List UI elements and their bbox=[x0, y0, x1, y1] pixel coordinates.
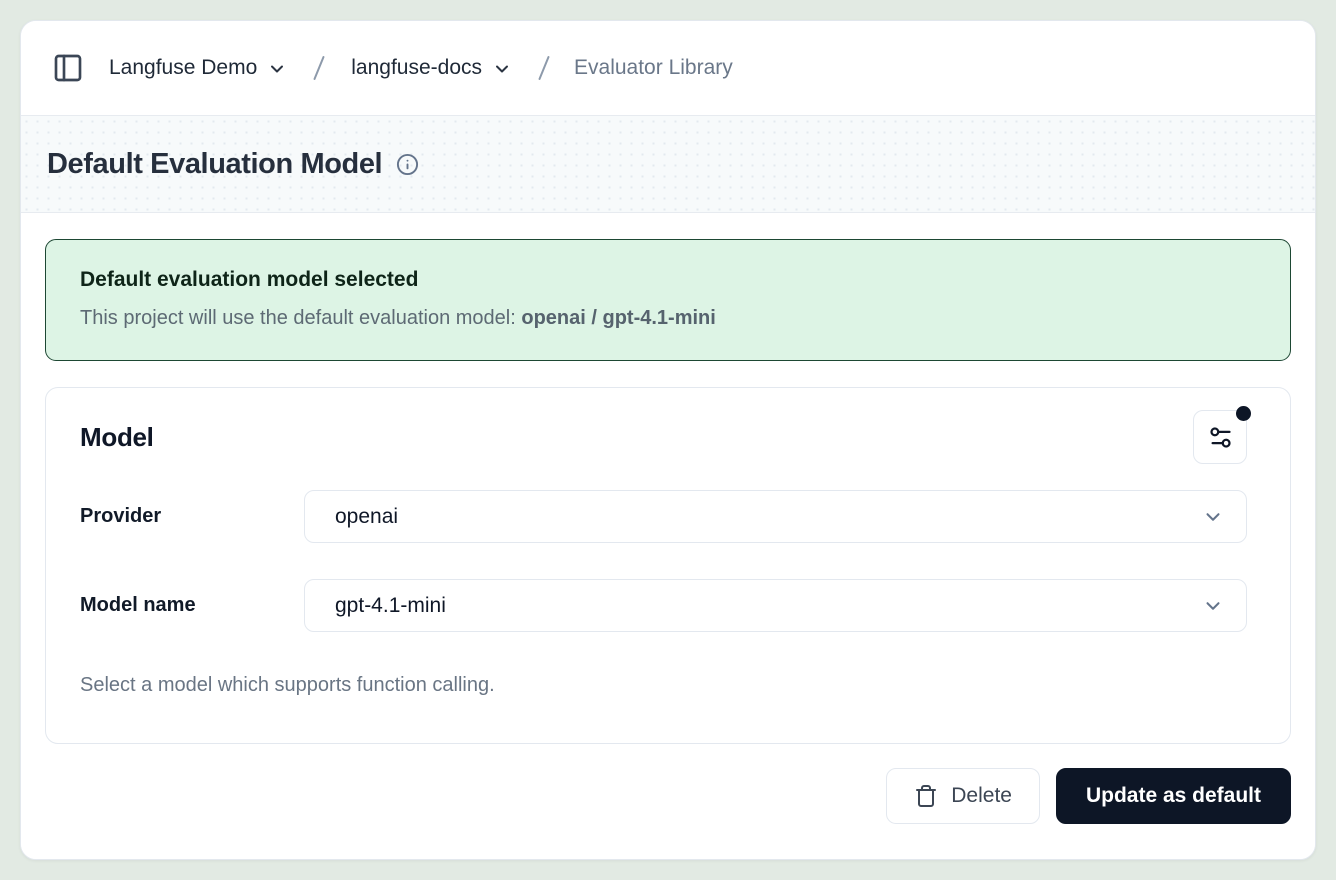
banner-model-value: openai / gpt-4.1-mini bbox=[521, 307, 715, 329]
breadcrumb-page-evaluator-library[interactable]: Evaluator Library bbox=[572, 50, 735, 86]
page-header: Default Evaluation Model bbox=[21, 116, 1315, 213]
org-selector[interactable]: Langfuse Demo bbox=[105, 50, 291, 86]
banner-title: Default evaluation model selected bbox=[80, 268, 1256, 292]
delete-button[interactable]: Delete bbox=[886, 768, 1040, 824]
model-name-value: gpt-4.1-mini bbox=[335, 594, 446, 618]
panel-left-icon bbox=[52, 52, 84, 84]
model-card-title: Model bbox=[80, 422, 154, 453]
info-icon[interactable] bbox=[396, 153, 419, 176]
banner-body: This project will use the default evalua… bbox=[80, 307, 1256, 330]
sidebar-toggle-button[interactable] bbox=[47, 47, 89, 89]
chevron-down-icon bbox=[267, 59, 287, 79]
trash-icon bbox=[914, 784, 938, 808]
model-advanced-settings-button[interactable] bbox=[1193, 410, 1247, 464]
provider-field-row: Provider openai bbox=[80, 490, 1247, 543]
org-name: Langfuse Demo bbox=[109, 56, 257, 80]
model-name-label: Model name bbox=[80, 594, 304, 617]
model-helper-text: Select a model which supports function c… bbox=[80, 674, 1247, 697]
model-name-field-row: Model name gpt-4.1-mini bbox=[80, 579, 1247, 632]
model-card: Model Provider openai Model bbox=[45, 387, 1291, 744]
project-name: langfuse-docs bbox=[351, 56, 482, 80]
action-bar: Delete Update as default bbox=[45, 768, 1291, 824]
sliders-icon bbox=[1207, 424, 1234, 451]
notification-dot bbox=[1236, 406, 1251, 421]
default-model-banner: Default evaluation model selected This p… bbox=[45, 239, 1291, 361]
provider-select[interactable]: openai bbox=[304, 490, 1247, 543]
model-card-header: Model bbox=[80, 410, 1247, 464]
page-title: Default Evaluation Model bbox=[47, 148, 382, 181]
update-button-label: Update as default bbox=[1086, 784, 1261, 808]
delete-button-label: Delete bbox=[951, 784, 1012, 808]
banner-body-text: This project will use the default evalua… bbox=[80, 307, 521, 329]
project-selector[interactable]: langfuse-docs bbox=[347, 50, 516, 86]
chevron-down-icon bbox=[1202, 595, 1224, 617]
model-name-select[interactable]: gpt-4.1-mini bbox=[304, 579, 1247, 632]
app-window: Langfuse Demo langfuse-docs Evaluator Li… bbox=[20, 20, 1316, 860]
breadcrumb-separator bbox=[532, 52, 556, 84]
main-content: Default evaluation model selected This p… bbox=[21, 213, 1315, 859]
chevron-down-icon bbox=[492, 59, 512, 79]
provider-label: Provider bbox=[80, 505, 304, 528]
provider-value: openai bbox=[335, 505, 398, 529]
chevron-down-icon bbox=[1202, 506, 1224, 528]
breadcrumb-separator bbox=[307, 52, 331, 84]
update-as-default-button[interactable]: Update as default bbox=[1056, 768, 1291, 824]
breadcrumb: Langfuse Demo langfuse-docs Evaluator Li… bbox=[21, 21, 1315, 116]
